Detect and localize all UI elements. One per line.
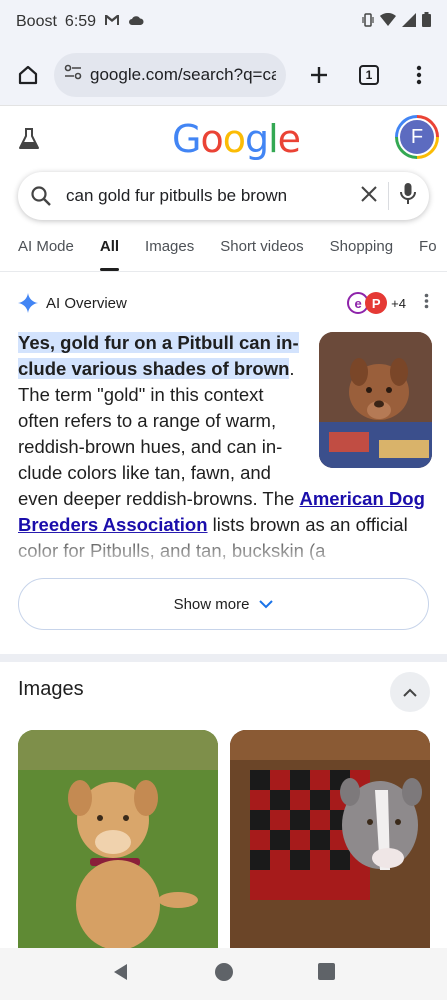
new-tab-button[interactable]: [301, 57, 337, 93]
google-logo[interactable]: Google: [172, 117, 301, 161]
search-icon: [31, 186, 51, 206]
source-favicon-b: P: [365, 292, 388, 314]
voice-search-button[interactable]: [399, 182, 417, 211]
site-settings-icon[interactable]: [64, 64, 82, 85]
show-more-button[interactable]: Show more: [18, 578, 429, 630]
tab-short-videos[interactable]: Short videos: [220, 228, 303, 271]
tab-forums[interactable]: Fo: [419, 228, 437, 271]
ai-answer-highlight: Yes, gold fur on a Pitbull can in­clude …: [18, 332, 299, 379]
tab-ai-mode[interactable]: AI Mode: [18, 228, 74, 271]
search-input[interactable]: can gold fur pitbulls be brown: [66, 186, 360, 206]
images-section-title: Images: [18, 678, 84, 700]
ai-overview-title: AI Overview: [46, 294, 127, 312]
clear-search-button[interactable]: [360, 185, 378, 208]
chevron-down-icon: [259, 599, 274, 608]
more-vert-icon: [416, 65, 422, 84]
section-divider: [0, 654, 447, 662]
status-bar: Boost 6:59: [0, 0, 447, 44]
show-more-label: Show more: [173, 595, 250, 613]
tab-images[interactable]: Images: [145, 228, 194, 271]
ai-overview-header: AI Overview e P +4: [18, 288, 429, 318]
address-bar[interactable]: google.com/search?q=ca: [54, 52, 286, 97]
google-header: Google F: [0, 107, 447, 167]
more-vert-icon: [424, 293, 429, 308]
labs-flask-icon[interactable]: [18, 127, 40, 156]
search-tabs: AI Mode All Images Short videos Shopping…: [0, 228, 447, 272]
recents-square-icon: [318, 963, 335, 980]
ai-answer-period: .: [289, 358, 295, 379]
tab-all[interactable]: All: [99, 228, 120, 271]
home-button[interactable]: [10, 57, 46, 93]
battery-icon: [422, 12, 431, 32]
browser-menu-button[interactable]: [401, 57, 437, 93]
tab-switcher-button[interactable]: 1: [351, 57, 387, 93]
signal-icon: [402, 12, 416, 32]
home-nav-button[interactable]: [214, 962, 234, 987]
image-result-2[interactable]: [230, 730, 430, 950]
system-nav-bar: [0, 948, 447, 1000]
search-box[interactable]: can gold fur pitbulls be brown: [18, 172, 429, 220]
ai-overview-image[interactable]: [319, 332, 432, 468]
cloud-icon: [128, 13, 144, 31]
chevron-up-icon: [403, 688, 417, 697]
carrier-label: Boost: [16, 13, 57, 30]
tab-count: 1: [359, 64, 379, 85]
microphone-icon: [400, 182, 416, 204]
collapse-images-button[interactable]: [390, 672, 430, 712]
wifi-icon: [380, 12, 396, 31]
home-icon: [18, 65, 38, 84]
ai-answer-body: The term "gold" in this context often re…: [18, 384, 300, 509]
home-circle-icon: [215, 962, 233, 981]
gemini-sparkle-icon: [18, 293, 38, 313]
recents-button[interactable]: [318, 963, 335, 985]
url-text: google.com/search?q=ca: [90, 64, 276, 84]
browser-toolbar: google.com/search?q=ca 1: [0, 44, 447, 106]
ai-sources-button[interactable]: e P +4: [347, 292, 406, 314]
gmail-icon: [104, 13, 120, 31]
search-divider: [388, 182, 389, 210]
more-sources-count: +4: [391, 295, 406, 311]
ai-overview-menu-button[interactable]: [424, 293, 429, 314]
close-icon: [361, 185, 377, 202]
image-result-1[interactable]: [18, 730, 218, 950]
account-avatar-button[interactable]: F: [395, 115, 439, 159]
avatar: F: [398, 118, 436, 156]
plus-icon: [311, 66, 327, 83]
ai-overview-body: Yes, gold fur on a Pitbull can in­clude …: [18, 330, 432, 560]
back-triangle-icon: [114, 963, 127, 980]
tab-shopping[interactable]: Shopping: [330, 228, 393, 271]
vibrate-icon: [362, 12, 374, 32]
ai-overview-fade: [0, 530, 447, 580]
back-button[interactable]: [112, 963, 130, 986]
clock: 6:59: [64, 13, 97, 30]
